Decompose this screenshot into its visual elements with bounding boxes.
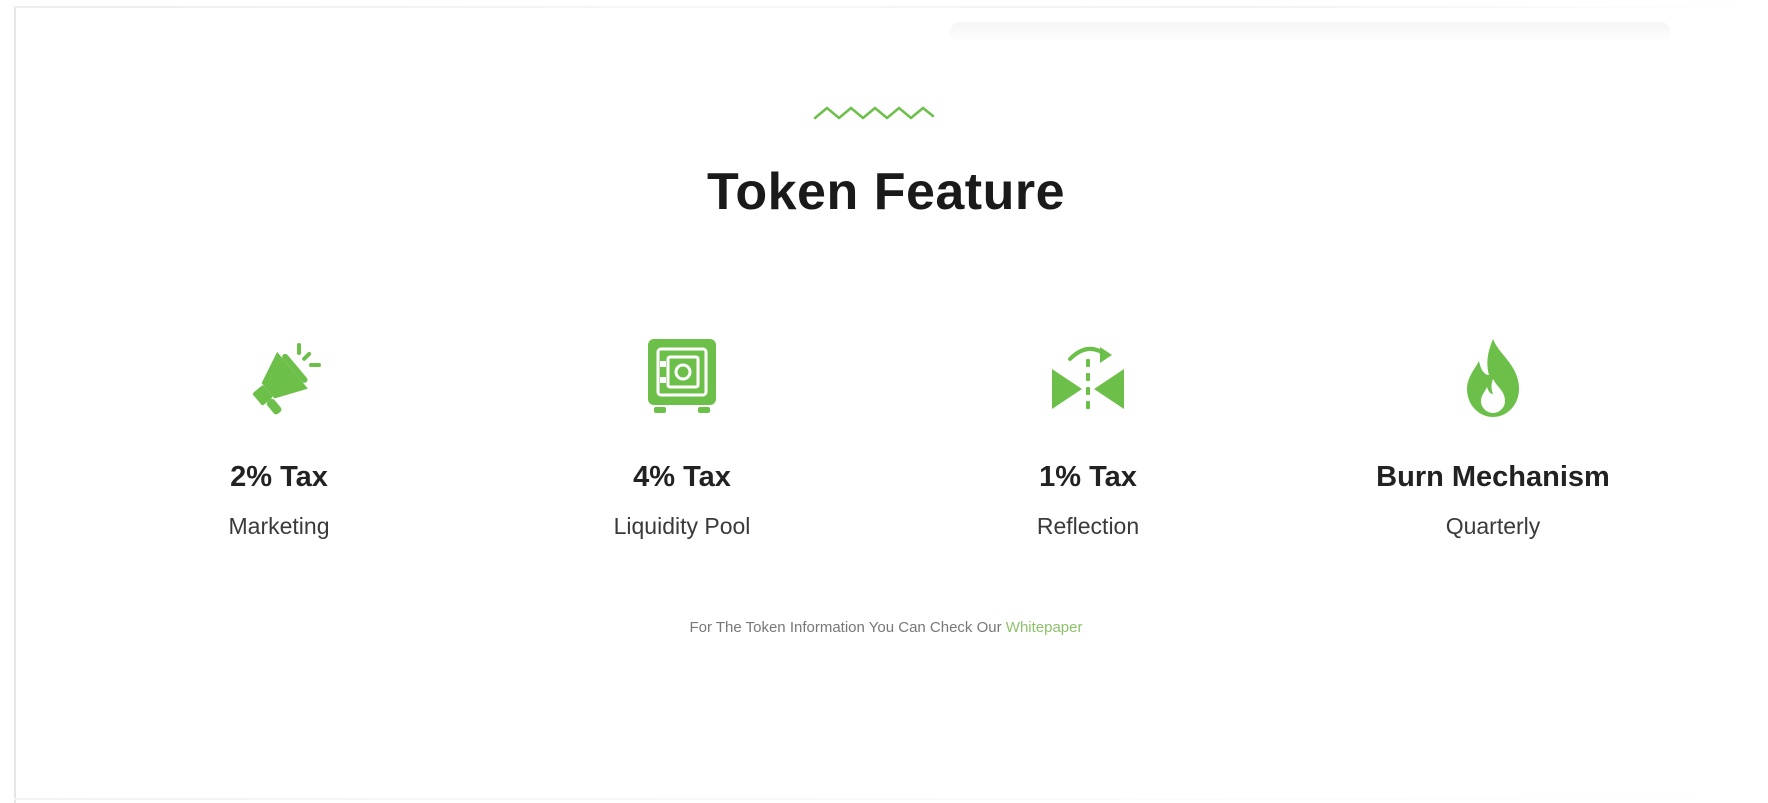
feature-item-burn-mechanism: Burn Mechanism Quarterly xyxy=(1323,335,1663,545)
feature-heading: 1% Tax xyxy=(1039,461,1137,493)
feature-subtitle: Liquidity Pool xyxy=(613,513,751,539)
feature-item-marketing: 2% Tax Marketing xyxy=(109,335,449,545)
safe-icon xyxy=(648,339,716,413)
feature-subtitle: Marketing xyxy=(228,513,330,539)
feature-heading: 2% Tax xyxy=(230,461,328,493)
reflection-icon xyxy=(1052,347,1124,409)
flame-icon xyxy=(1467,339,1519,417)
zigzag-decoration-icon xyxy=(813,106,935,120)
feature-item-liquidity-pool: 4% Tax Liquidity Pool xyxy=(512,335,852,545)
feature-item-reflection: 1% Tax Reflection xyxy=(918,335,1258,545)
feature-list: 2% Tax Marketing 4% Tax Liquidity Pool 1… xyxy=(16,335,1756,545)
whitepaper-note: For The Token Information You Can Check … xyxy=(16,617,1756,639)
page: Token Feature 2% Tax Marketing 4% Tax Li… xyxy=(0,0,1768,803)
section-title: Token Feature xyxy=(706,163,1066,221)
token-feature-section: Token Feature 2% Tax Marketing 4% Tax Li… xyxy=(16,0,1756,803)
whitepaper-link[interactable]: Whitepaper xyxy=(1006,619,1083,636)
feature-heading: 4% Tax xyxy=(633,461,731,493)
feature-subtitle: Reflection xyxy=(1036,513,1140,539)
whitepaper-note-text: For The Token Information You Can Check … xyxy=(689,619,1006,636)
frame-bottom-border xyxy=(14,798,1754,800)
feature-subtitle: Quarterly xyxy=(1445,513,1541,539)
feature-heading: Burn Mechanism xyxy=(1376,461,1610,493)
megaphone-icon xyxy=(252,343,321,415)
